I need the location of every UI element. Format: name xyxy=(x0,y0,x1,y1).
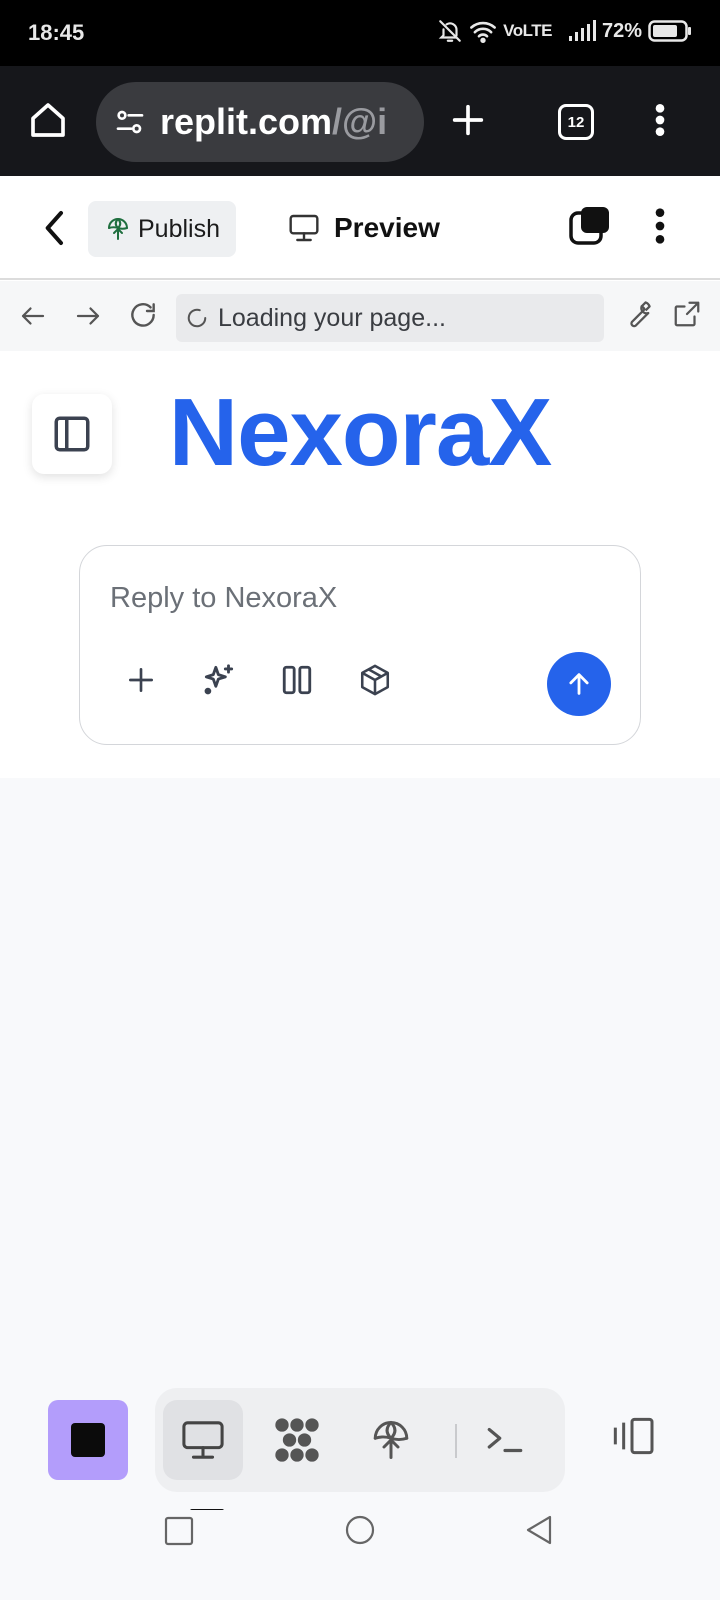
site-settings-icon[interactable] xyxy=(114,106,146,138)
system-navigation-bar xyxy=(0,1510,720,1600)
brand-title: NexoraX xyxy=(168,379,553,486)
shell-nav-item[interactable] xyxy=(465,1400,545,1480)
monitor-icon xyxy=(180,1419,226,1461)
publish-label: Publish xyxy=(138,214,220,243)
back-chevron-icon[interactable] xyxy=(40,208,72,248)
send-button[interactable] xyxy=(547,652,611,716)
devtools-wrench-icon[interactable] xyxy=(622,298,654,330)
replit-header: Publish Preview xyxy=(0,178,720,280)
workspace-nav-item[interactable] xyxy=(257,1400,337,1480)
browser-toolbar: replit.com /@i 12 xyxy=(0,66,720,176)
loading-spinner-icon xyxy=(186,307,208,329)
replit-menu-icon[interactable] xyxy=(648,206,672,246)
web-forward-arrow-icon[interactable] xyxy=(73,301,103,331)
network-label: VoLTE xyxy=(503,21,552,40)
signal-icon xyxy=(568,20,596,42)
url-host: replit.com xyxy=(160,101,333,142)
url-path: /@i xyxy=(332,101,388,142)
stop-button[interactable] xyxy=(48,1400,128,1480)
publish-button[interactable]: Publish xyxy=(88,201,236,257)
app-preview-content: NexoraX Reply to NexoraX xyxy=(0,352,720,1360)
composer-placeholder[interactable]: Reply to NexoraX xyxy=(110,582,337,615)
tab-switcher-button[interactable]: 12 xyxy=(558,104,594,140)
sparkles-icon[interactable] xyxy=(191,652,247,708)
publish-icon xyxy=(370,1419,412,1461)
preview-nav-item[interactable] xyxy=(163,1400,243,1480)
home-circle-icon[interactable] xyxy=(344,1514,376,1546)
back-triangle-icon[interactable] xyxy=(524,1514,554,1546)
loading-text: Loading your page... xyxy=(218,303,446,332)
stop-square-icon xyxy=(70,1422,106,1458)
reload-icon[interactable] xyxy=(127,299,159,331)
cube-icon[interactable] xyxy=(347,652,403,708)
status-icons: VoLTE 72% xyxy=(437,18,692,44)
recents-square-icon[interactable] xyxy=(164,1516,194,1546)
publish-nav-item[interactable] xyxy=(351,1400,431,1480)
reply-composer[interactable]: Reply to NexoraX xyxy=(79,545,641,745)
monitor-icon xyxy=(288,213,320,243)
terminal-icon xyxy=(484,1422,526,1458)
tabs-overview-icon[interactable] xyxy=(568,204,612,248)
columns-icon[interactable] xyxy=(269,652,325,708)
webview-toolbar: Loading your page... xyxy=(0,281,720,351)
nav-divider xyxy=(455,1424,457,1458)
arrow-up-icon xyxy=(565,670,593,698)
open-external-icon[interactable] xyxy=(672,299,702,329)
new-tab-icon[interactable] xyxy=(448,100,488,140)
mute-bell-icon xyxy=(437,18,463,44)
plus-icon[interactable] xyxy=(113,652,169,708)
wifi-icon xyxy=(469,19,497,43)
browser-menu-icon[interactable] xyxy=(648,100,672,140)
preview-tab[interactable]: Preview xyxy=(288,200,440,256)
battery-percent: 72% xyxy=(601,19,642,42)
webview-url-field[interactable]: Loading your page... xyxy=(176,294,604,342)
status-bar: 18:45 VoLTE 72% xyxy=(0,0,720,66)
preview-label: Preview xyxy=(334,212,440,243)
web-back-arrow-icon[interactable] xyxy=(18,301,48,331)
workspace-tool-group xyxy=(155,1388,565,1492)
battery-icon xyxy=(648,20,692,42)
status-time: 18:45 xyxy=(28,20,85,45)
publish-globe-icon xyxy=(106,217,130,241)
url-bar[interactable]: replit.com /@i xyxy=(96,82,424,162)
workspace-grid-icon xyxy=(272,1415,322,1465)
layout-toggle-icon[interactable] xyxy=(608,1416,656,1456)
home-icon[interactable] xyxy=(28,100,68,140)
workspace-bottom-nav xyxy=(0,1360,720,1513)
